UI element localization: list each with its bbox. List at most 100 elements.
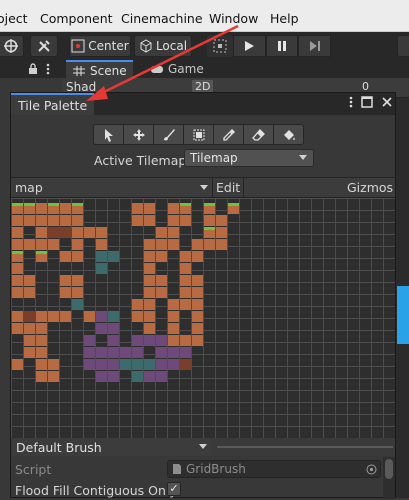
tile-sprite[interactable]: [24, 335, 35, 346]
palette-dropdown[interactable]: map: [15, 180, 43, 195]
tile-sprite[interactable]: [84, 311, 95, 322]
tile-sprite[interactable]: [84, 227, 95, 238]
tile-sprite[interactable]: [168, 203, 179, 214]
box-fill-tool-button[interactable]: [183, 124, 214, 145]
tile-sprite[interactable]: [48, 227, 59, 238]
tile-sprite[interactable]: [144, 359, 155, 370]
tile-sprite[interactable]: [192, 335, 203, 346]
gizmos-toggle[interactable]: Gizmos: [347, 180, 393, 195]
tile-sprite[interactable]: [60, 227, 71, 238]
tile-sprite[interactable]: [204, 215, 215, 226]
tile-sprite[interactable]: [168, 239, 179, 250]
tile-sprite[interactable]: [132, 335, 143, 346]
tile-sprite[interactable]: [192, 275, 203, 286]
tile-sprite[interactable]: [192, 323, 203, 334]
tile-sprite[interactable]: [72, 275, 83, 286]
tile-sprite[interactable]: [156, 335, 167, 346]
maximize-icon[interactable]: [361, 96, 373, 108]
tile-sprite[interactable]: [48, 239, 59, 250]
tile-sprite[interactable]: [60, 203, 71, 214]
tile-sprite[interactable]: [96, 239, 107, 250]
tile-sprite[interactable]: [156, 239, 167, 250]
move-tool-button[interactable]: [123, 124, 154, 145]
tile-sprite[interactable]: [168, 299, 179, 310]
tile-sprite[interactable]: [192, 251, 203, 262]
tile-sprite[interactable]: [192, 287, 203, 298]
tile-sprite[interactable]: [120, 359, 131, 370]
tile-sprite[interactable]: [36, 215, 47, 226]
tile-sprite[interactable]: [36, 311, 47, 322]
tile-sprite[interactable]: [108, 371, 119, 382]
tile-sprite[interactable]: [180, 263, 191, 274]
tile-sprite[interactable]: [180, 287, 191, 298]
tile-sprite[interactable]: [36, 371, 47, 382]
tile-sprite[interactable]: [108, 335, 119, 346]
tile-sprite[interactable]: [144, 287, 155, 298]
tile-sprite[interactable]: [24, 275, 35, 286]
tile-sprite[interactable]: [156, 287, 167, 298]
tile-sprite[interactable]: [48, 371, 59, 382]
tile-sprite[interactable]: [96, 251, 107, 262]
tile-sprite[interactable]: [144, 311, 155, 322]
edit-palette-button[interactable]: Edit: [216, 180, 240, 195]
tile-sprite[interactable]: [168, 335, 179, 346]
tile-sprite[interactable]: [12, 239, 23, 250]
tile-sprite[interactable]: [108, 251, 119, 262]
tile-sprite[interactable]: [132, 311, 143, 322]
tile-sprite[interactable]: [36, 251, 47, 262]
chevron-down-icon[interactable]: [200, 185, 208, 191]
tile-sprite[interactable]: [180, 215, 191, 226]
tile-sprite[interactable]: [108, 347, 119, 358]
tile-sprite[interactable]: [12, 203, 23, 214]
tile-sprite[interactable]: [144, 323, 155, 334]
pause-button[interactable]: [265, 35, 299, 57]
tile-sprite[interactable]: [84, 347, 95, 358]
flood-fill-checkbox[interactable]: ✓: [167, 482, 181, 496]
tile-sprite[interactable]: [120, 347, 131, 358]
tile-sprite[interactable]: [156, 359, 167, 370]
tile-sprite[interactable]: [24, 287, 35, 298]
tile-sprite[interactable]: [108, 311, 119, 322]
tile-sprite[interactable]: [180, 335, 191, 346]
script-object-field[interactable]: GridBrush: [167, 460, 381, 478]
object-picker-icon[interactable]: [366, 464, 377, 475]
tile-sprite[interactable]: [168, 359, 179, 370]
tile-sprite[interactable]: [144, 299, 155, 310]
tile-sprite[interactable]: [48, 359, 59, 370]
tile-sprite[interactable]: [12, 227, 23, 238]
tile-sprite[interactable]: [156, 347, 167, 358]
tile-sprite[interactable]: [156, 275, 167, 286]
tile-sprite[interactable]: [108, 359, 119, 370]
tile-sprite[interactable]: [72, 287, 83, 298]
tile-sprite[interactable]: [228, 203, 239, 214]
tile-sprite[interactable]: [132, 203, 143, 214]
tile-sprite[interactable]: [156, 251, 167, 262]
tile-sprite[interactable]: [60, 251, 71, 262]
tile-sprite[interactable]: [36, 335, 47, 346]
brush-tool-button[interactable]: [153, 124, 184, 145]
active-tilemap-dropdown[interactable]: Tilemap: [184, 149, 314, 167]
tile-sprite[interactable]: [192, 239, 203, 250]
tile-sprite[interactable]: [12, 215, 23, 226]
tile-sprite[interactable]: [192, 311, 203, 322]
tile-sprite[interactable]: [108, 323, 119, 334]
tile-sprite[interactable]: [132, 215, 143, 226]
tile-sprite[interactable]: [12, 275, 23, 286]
tile-sprite[interactable]: [204, 227, 215, 238]
tile-sprite[interactable]: [36, 239, 47, 250]
eraser-tool-button[interactable]: [243, 124, 274, 145]
tile-sprite[interactable]: [96, 323, 107, 334]
tile-sprite[interactable]: [72, 239, 83, 250]
tile-sprite[interactable]: [36, 227, 47, 238]
tile-sprite[interactable]: [12, 359, 23, 370]
tile-sprite[interactable]: [12, 323, 23, 334]
tile-sprite[interactable]: [132, 359, 143, 370]
tile-sprite[interactable]: [48, 311, 59, 322]
kebab-menu-icon[interactable]: [349, 96, 353, 108]
tile-sprite[interactable]: [60, 287, 71, 298]
tile-palette-grid[interactable]: [11, 198, 395, 438]
tile-sprite[interactable]: [36, 347, 47, 358]
tile-sprite[interactable]: [180, 251, 191, 262]
tile-sprite[interactable]: [180, 203, 191, 214]
tile-sprite[interactable]: [144, 371, 155, 382]
